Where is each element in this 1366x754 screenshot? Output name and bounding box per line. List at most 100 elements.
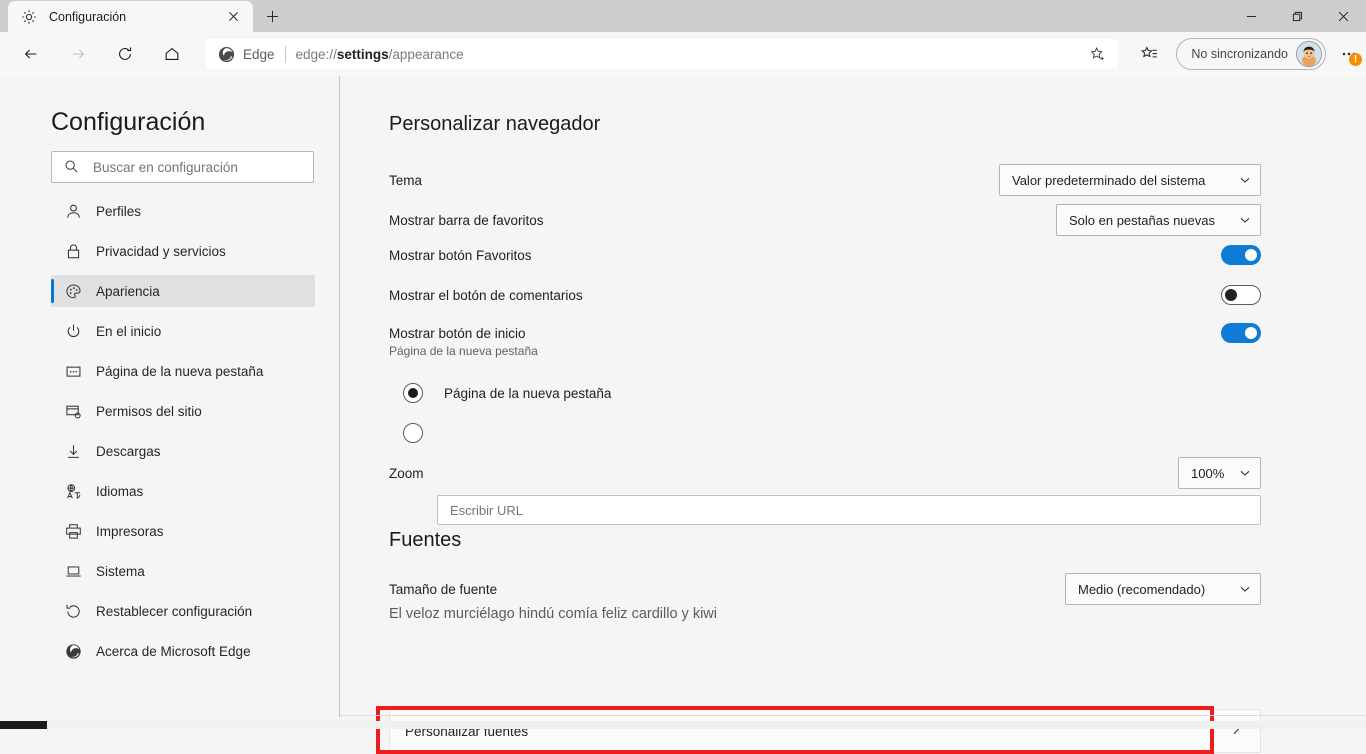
minimize-button[interactable]: [1228, 0, 1274, 32]
search-icon: [64, 159, 80, 175]
search-input[interactable]: [93, 159, 293, 175]
new-tab-button[interactable]: [257, 1, 287, 31]
feedback-button-toggle[interactable]: [1221, 285, 1261, 305]
collections-icon[interactable]: [1132, 37, 1166, 71]
zoom-value: 100%: [1191, 465, 1225, 481]
font-size-dropdown[interactable]: Medio (recomendado): [1065, 573, 1261, 605]
reload-button[interactable]: [108, 37, 142, 71]
sidebar-item-label: Impresoras: [96, 523, 164, 539]
laptop-icon: [64, 562, 82, 580]
download-icon: [64, 442, 82, 460]
search-settings-box[interactable]: [51, 151, 314, 183]
sidebar-item-label: Permisos del sitio: [96, 403, 202, 419]
omnibox-separator: [284, 45, 286, 63]
sidebar-item-en-el-inicio[interactable]: En el inicio: [51, 315, 315, 347]
title-bar: Configuración: [0, 0, 1366, 32]
reset-icon: [64, 602, 82, 620]
language-icon: [64, 482, 82, 500]
chevron-down-icon: [1239, 174, 1251, 186]
edge-icon: [64, 642, 82, 660]
forward-button[interactable]: [61, 37, 95, 71]
row-label-font-size: Tamaño de fuente: [389, 581, 498, 597]
sidebar-item-label: En el inicio: [96, 323, 162, 339]
radio-url[interactable]: [403, 423, 423, 443]
horizontal-scrollbar-thumb[interactable]: [0, 721, 47, 729]
home-url-input[interactable]: [450, 502, 1210, 518]
person-icon: [64, 202, 82, 220]
power-icon: [64, 322, 82, 340]
sidebar-item-label: Sistema: [96, 563, 145, 579]
theme-dropdown[interactable]: Valor predeterminado del sistema: [999, 164, 1261, 196]
row-label-favorites-bar: Mostrar barra de favoritos: [389, 212, 544, 228]
sidebar-item-descargas[interactable]: Descargas: [51, 435, 315, 467]
palette-icon: [64, 282, 82, 300]
browser-tab[interactable]: Configuración: [8, 1, 253, 32]
row-label-zoom: Zoom: [389, 465, 424, 481]
home-button[interactable]: [155, 37, 189, 71]
newtab-icon: [64, 362, 82, 380]
theme-value: Valor predeterminado del sistema: [1012, 172, 1206, 188]
row-favorites-bar: Mostrar barra de favoritos Solo en pesta…: [389, 204, 1261, 236]
row-font-size: Tamaño de fuente Medio (recomendado): [389, 573, 1261, 605]
favorites-bar-dropdown[interactable]: Solo en pestañas nuevas: [1056, 204, 1261, 236]
back-button[interactable]: [14, 37, 48, 71]
address-bar[interactable]: Edge edge://settings/appearance: [206, 39, 1119, 69]
sidebar-item-restablecer[interactable]: Restablecer configuración: [51, 595, 315, 627]
sidebar-item-idiomas[interactable]: Idiomas: [51, 475, 315, 507]
row-favorites-button: Mostrar botón Favoritos: [389, 243, 1261, 267]
font-sample-text: El veloz murciélago hindú comía feliz ca…: [389, 606, 717, 622]
url-highlight: settings: [336, 46, 389, 62]
restore-button[interactable]: [1274, 0, 1320, 32]
printer-icon: [64, 522, 82, 540]
window-controls: [1228, 0, 1366, 32]
row-label-home-button: Mostrar botón de inicio: [389, 325, 526, 341]
home-url-field[interactable]: [437, 495, 1261, 525]
favorites-button-toggle[interactable]: [1221, 245, 1261, 265]
update-badge: !: [1349, 53, 1362, 66]
chevron-down-icon: [1239, 214, 1251, 226]
settings-page: Configuración Perfiles: [0, 76, 1366, 754]
sidebar-item-label: Perfiles: [96, 203, 142, 219]
settings-nav-list: Perfiles Privacidad y servicios Aparienc…: [51, 195, 315, 675]
sidebar-item-label: Restablecer configuración: [96, 603, 253, 619]
sidebar-item-label: Acerca de Microsoft Edge: [96, 643, 251, 659]
sidebar-item-impresoras[interactable]: Impresoras: [51, 515, 315, 547]
sidebar-item-privacidad[interactable]: Privacidad y servicios: [51, 235, 315, 267]
chevron-down-icon: [1239, 467, 1251, 479]
sidebar-item-label: Página de la nueva pestaña: [96, 363, 264, 379]
sidebar-item-label: Descargas: [96, 443, 161, 459]
omnibox-url[interactable]: edge://settings/appearance: [296, 47, 1083, 62]
sidebar-item-sistema[interactable]: Sistema: [51, 555, 315, 587]
tab-title: Configuración: [49, 9, 127, 24]
close-window-button[interactable]: [1320, 0, 1366, 32]
sidebar-item-perfiles[interactable]: Perfiles: [51, 195, 315, 227]
horizontal-scrollbar-track[interactable]: [0, 721, 1366, 729]
row-label-feedback-button: Mostrar el botón de comentarios: [389, 287, 583, 303]
star-add-icon[interactable]: [1082, 40, 1112, 68]
sidebar-item-apariencia[interactable]: Apariencia: [51, 275, 315, 307]
sidebar-item-nueva-pestana[interactable]: Página de la nueva pestaña: [51, 355, 315, 387]
home-button-sublabel: Página de la nueva pestaña: [389, 344, 538, 358]
url-suffix: /appearance: [388, 46, 464, 62]
profile-button[interactable]: No sincronizando: [1176, 38, 1326, 70]
badge-text: !: [1353, 53, 1358, 65]
settings-and-more-button[interactable]: !: [1332, 37, 1366, 71]
sidebar-item-acerca-de[interactable]: Acerca de Microsoft Edge: [51, 635, 315, 667]
radio-row-newtab[interactable]: Página de la nueva pestaña: [403, 383, 611, 403]
settings-sidebar: Configuración Perfiles: [0, 76, 339, 717]
sidebar-item-label: Apariencia: [96, 283, 160, 299]
home-button-toggle[interactable]: [1221, 323, 1261, 343]
row-zoom: Zoom 100%: [389, 457, 1261, 489]
sidebar-item-permisos[interactable]: Permisos del sitio: [51, 395, 315, 427]
chevron-down-icon: [1239, 583, 1251, 595]
row-label-theme: Tema: [389, 172, 423, 188]
radio-newtab[interactable]: [403, 383, 423, 403]
content-bottom-divider: [340, 715, 1366, 716]
page-title: Configuración: [51, 108, 206, 136]
close-tab-icon[interactable]: [221, 5, 245, 29]
radio-newtab-label: Página de la nueva pestaña: [444, 385, 612, 401]
zoom-dropdown[interactable]: 100%: [1178, 457, 1261, 489]
favorites-bar-value: Solo en pestañas nuevas: [1069, 212, 1215, 228]
radio-row-url[interactable]: [403, 423, 423, 443]
omnibox-site-label: Edge: [243, 46, 275, 62]
